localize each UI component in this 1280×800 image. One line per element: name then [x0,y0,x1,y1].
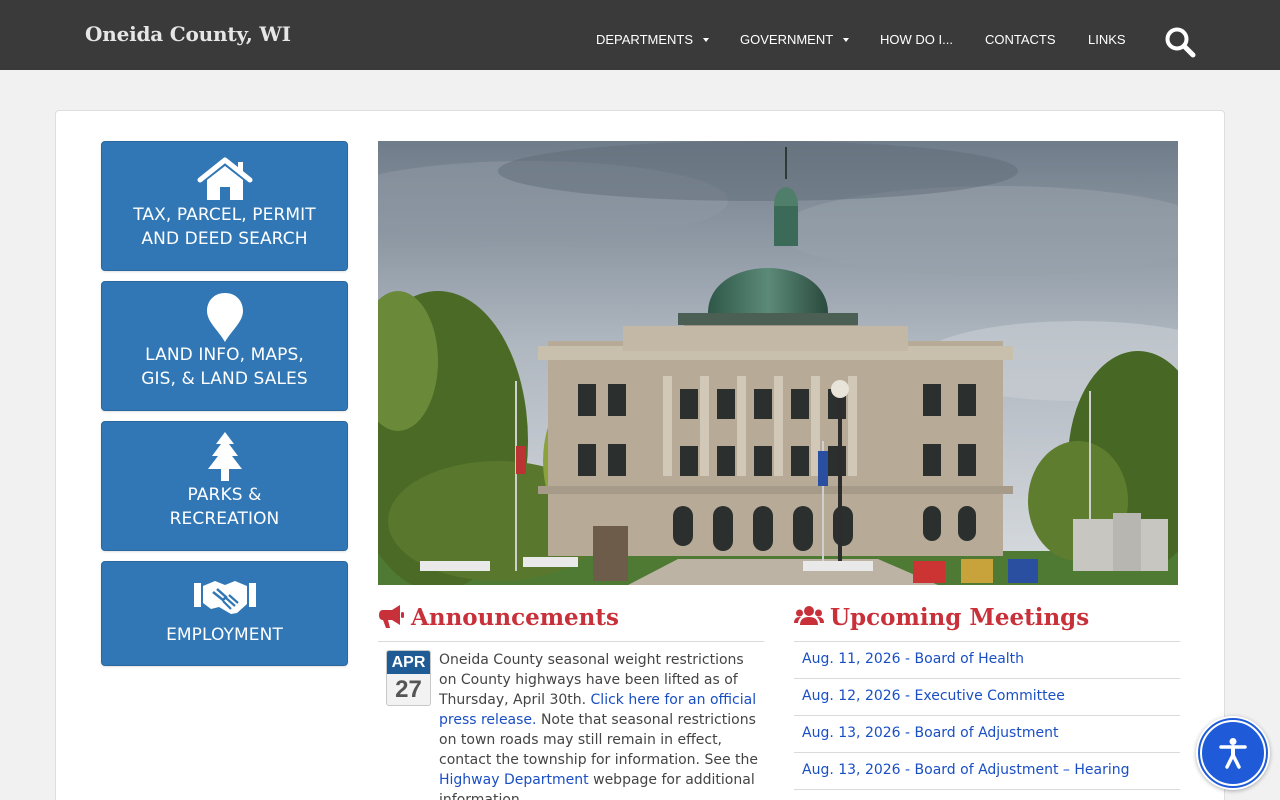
pine-tree-icon [207,432,242,481]
nav-item-label: DEPARTMENTS [596,32,694,47]
site-title[interactable]: Oneida County, WI [85,22,291,46]
map-pin-icon [206,293,243,342]
caret-down-icon [703,37,710,42]
meetings-heading: Upcoming Meetings [794,604,1089,631]
meeting-link[interactable]: Aug. 13, 2026 - Board of Adjustment [802,725,1058,741]
nav-item-label: LINKS [1088,32,1126,47]
meetings-title: Upcoming Meetings [830,604,1090,631]
nav-item-links[interactable]: LINKS [1088,32,1126,47]
date-month: APR [387,651,430,674]
nav-item-label: GOVERNMENT [740,32,834,47]
date-day: 27 [395,676,422,703]
quick-link-label: LAND INFO, MAPS, [145,345,304,365]
meeting-list-item: Aug. 12, 2026 - Executive Committee [794,679,1180,716]
highway-department-link[interactable]: Highway Department [439,772,589,788]
users-icon [794,606,824,625]
meeting-list-item: Aug. 13, 2026 - Board of Adjustment [794,716,1180,753]
accessibility-button[interactable] [1196,716,1270,790]
search-icon [1165,27,1196,58]
accessibility-icon [1219,738,1247,769]
nav-item-label: HOW DO I... [880,32,953,47]
meeting-list-item: Aug. 13, 2026 - Board of Adjustment – He… [794,753,1180,790]
quick-link-label: TAX, PARCEL, PERMIT [133,205,316,225]
nav-item-label: CONTACTS [985,32,1056,47]
nav-item-government[interactable]: GOVERNMENT [740,32,850,47]
meeting-link[interactable]: Aug. 11, 2026 - Board of Health [802,651,1024,667]
nav-item-how-do-i[interactable]: HOW DO I... [880,32,953,47]
announcements-title: Announcements [411,604,619,631]
quick-link-tax-parcel[interactable]: TAX, PARCEL, PERMIT AND DEED SEARCH [101,141,348,271]
announcement-date-badge: APR 27 [386,650,431,706]
quick-link-label: AND DEED SEARCH [141,229,308,249]
megaphone-icon [379,605,404,628]
quick-link-label: GIS, & LAND SALES [141,369,308,389]
house-icon [197,157,252,200]
caret-down-icon [843,37,850,42]
quick-link-label: RECREATION [169,509,280,529]
nav-item-departments[interactable]: DEPARTMENTS [596,32,710,47]
search-button[interactable] [1163,25,1197,59]
quick-link-label: PARKS & [187,485,262,505]
hero-image [378,141,1178,585]
quick-link-employment[interactable]: EMPLOYMENT [101,561,348,666]
meeting-list-item: Aug. 11, 2026 - Board of Health [794,642,1180,679]
top-nav-bar: Oneida County, WI DEPARTMENTS GOVERNMENT… [0,0,1280,70]
announcements-divider [378,641,764,642]
handshake-icon [193,581,256,614]
nav-item-contacts[interactable]: CONTACTS [985,32,1056,47]
meeting-link[interactable]: Aug. 12, 2026 - Executive Committee [802,688,1065,704]
courthouse-photo [378,141,1178,585]
quick-link-label: EMPLOYMENT [166,625,283,645]
quick-link-land-info[interactable]: LAND INFO, MAPS, GIS, & LAND SALES [101,281,348,411]
meeting-link[interactable]: Aug. 13, 2026 - Board of Adjustment – He… [802,762,1129,778]
announcements-heading: Announcements [378,604,619,631]
quick-link-parks-recreation[interactable]: PARKS & RECREATION [101,421,348,551]
announcement-body: Oneida County seasonal weight restrictio… [439,650,759,800]
